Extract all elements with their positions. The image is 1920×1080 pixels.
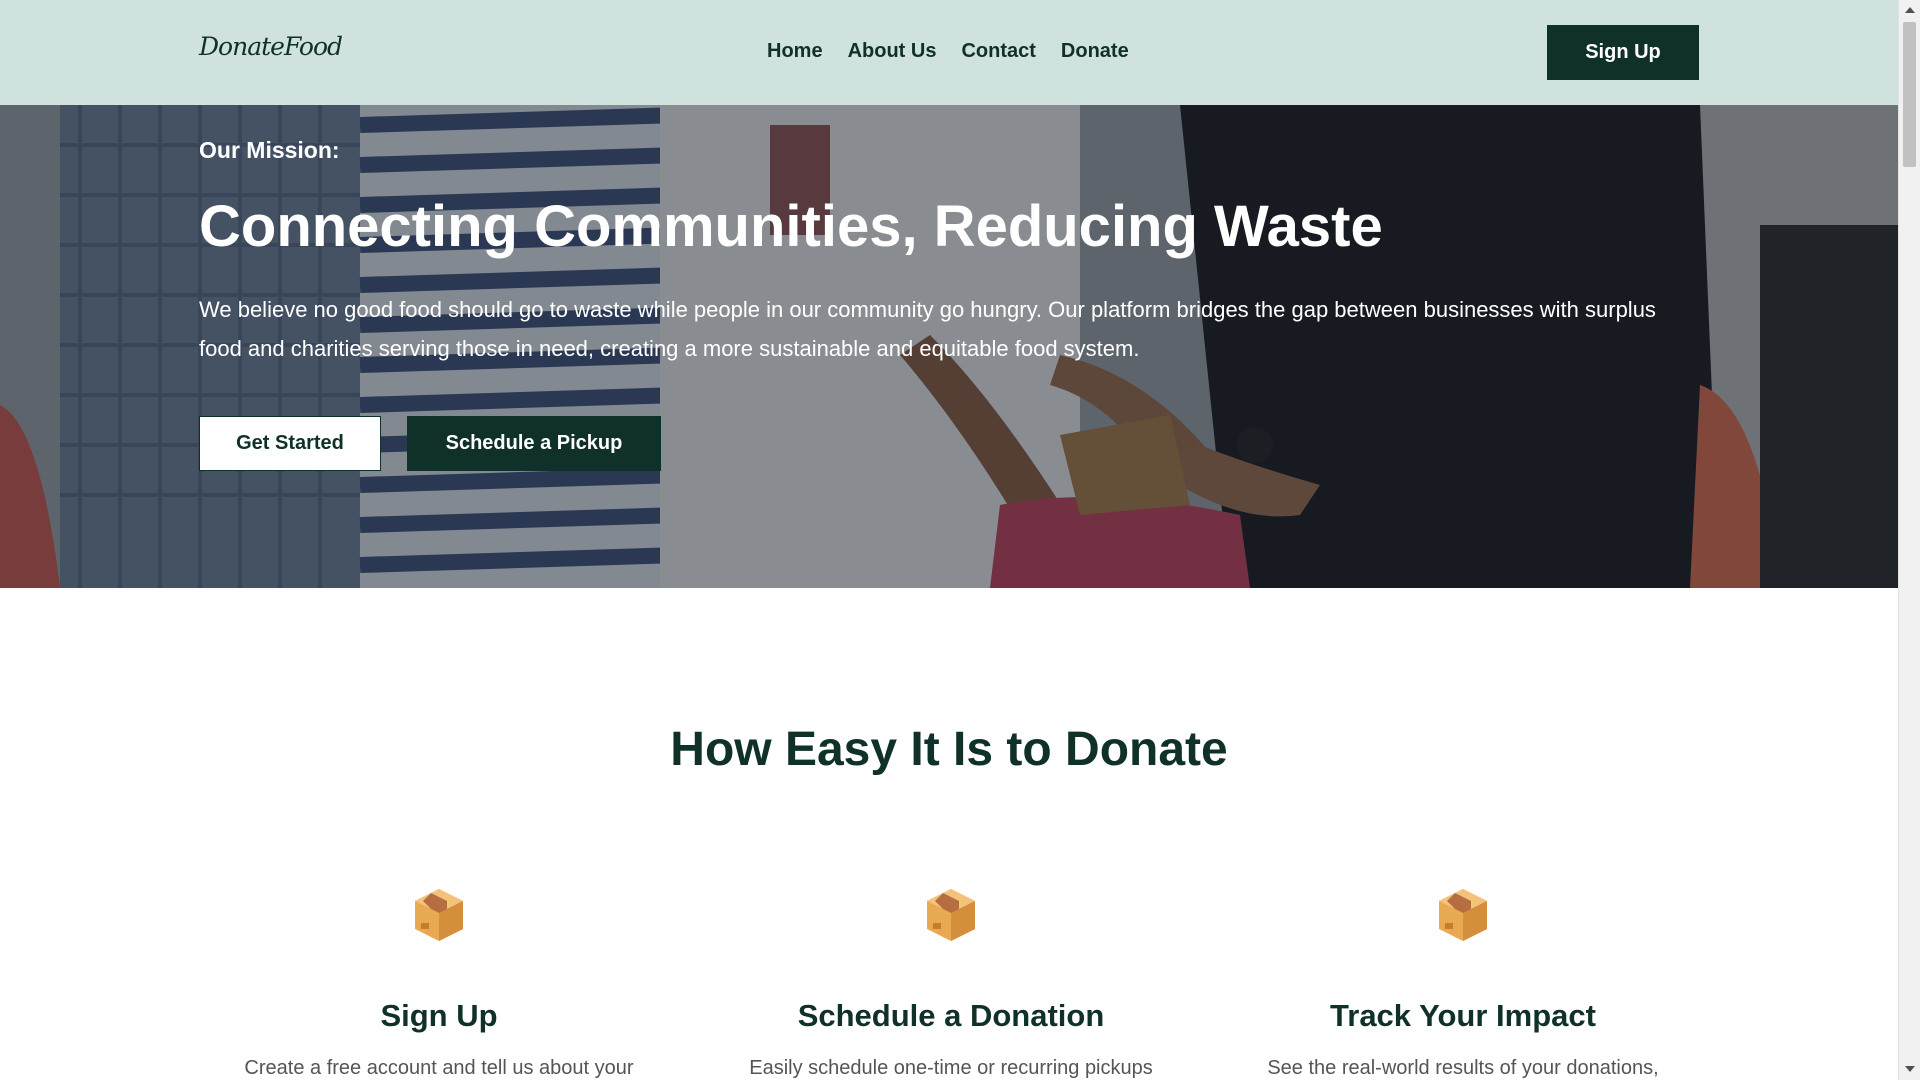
step-description: Create a free account and tell us about … — [244, 1057, 634, 1079]
hero-section: Our Mission: Connecting Communities, Red… — [0, 105, 1898, 588]
get-started-button[interactable]: Get Started — [199, 416, 381, 471]
nav-link-home[interactable]: Home — [767, 40, 823, 63]
package-icon — [1439, 889, 1487, 941]
hero-title: Connecting Communities, Reducing Waste — [199, 194, 1383, 259]
step-title: Sign Up — [380, 998, 498, 1033]
signup-button[interactable]: Sign Up — [1547, 25, 1699, 80]
scroll-down-arrow-icon[interactable] — [1905, 1066, 1915, 1072]
schedule-pickup-button[interactable]: Schedule a Pickup — [407, 416, 661, 471]
package-icon — [927, 889, 975, 941]
navbar: DonateFood Home About Us Contact Donate … — [0, 0, 1898, 105]
page: DonateFood Home About Us Contact Donate … — [0, 0, 1898, 1080]
step-card-schedule-donation: Schedule a Donation Easily schedule one-… — [711, 885, 1191, 1079]
nav-link-donate[interactable]: Donate — [1061, 40, 1129, 63]
package-icon — [415, 889, 463, 941]
scroll-thumb[interactable] — [1903, 22, 1916, 167]
hero-description: We believe no good food should go to was… — [199, 297, 1656, 361]
step-title: Track Your Impact — [1330, 998, 1596, 1033]
step-description: See the real-world results of your donat… — [1267, 1057, 1659, 1079]
logo[interactable]: DonateFood — [199, 32, 343, 61]
nav-links: Home About Us Contact Donate — [767, 40, 1129, 63]
step-card-track-impact: Track Your Impact See the real-world res… — [1223, 885, 1703, 1079]
steps-list: Sign Up Create a free account and tell u… — [199, 885, 1699, 1080]
step-description: Easily schedule one-time or recurring pi… — [749, 1057, 1153, 1079]
nav-link-contact[interactable]: Contact — [961, 40, 1035, 63]
mission-label: Our Mission: — [199, 137, 340, 163]
scroll-up-arrow-icon[interactable] — [1905, 7, 1915, 13]
nav-link-about-us[interactable]: About Us — [848, 40, 937, 63]
hero-buttons: Get Started Schedule a Pickup — [199, 416, 661, 471]
step-card-sign-up: Sign Up Create a free account and tell u… — [199, 885, 679, 1079]
step-title: Schedule a Donation — [797, 998, 1105, 1033]
vertical-scrollbar[interactable] — [1898, 0, 1920, 1080]
how-section-title: How Easy It Is to Donate — [670, 723, 1228, 776]
